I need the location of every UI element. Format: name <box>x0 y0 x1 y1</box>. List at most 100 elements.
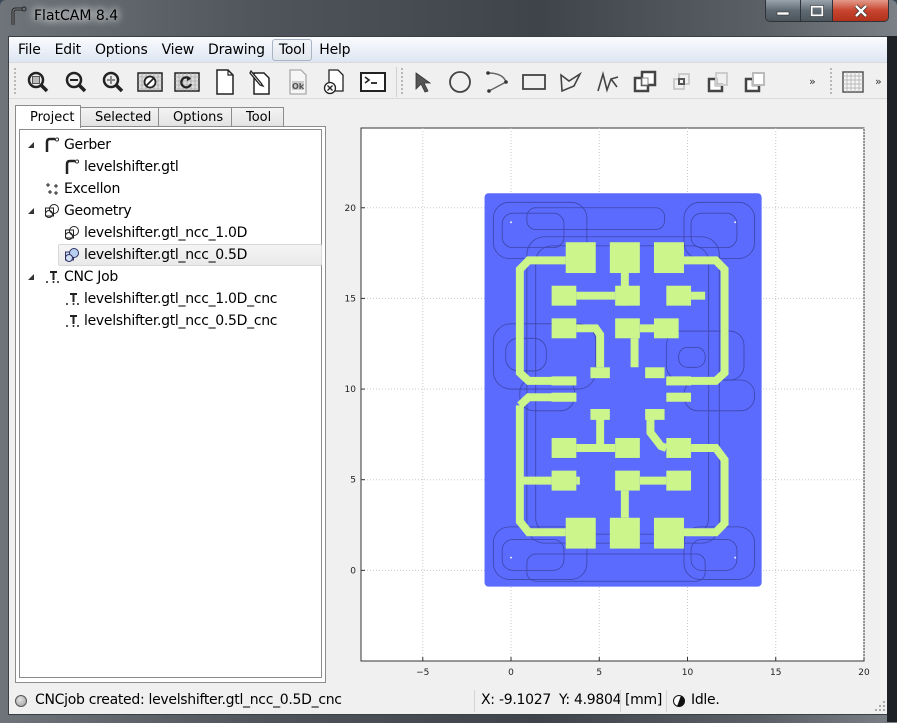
menu-file[interactable]: File <box>11 39 48 61</box>
tree-label: levelshifter.gtl_ncc_0.5D <box>84 247 248 263</box>
menu-drawing[interactable]: Drawing <box>201 39 272 61</box>
subtract-button[interactable] <box>704 68 732 96</box>
gerber-icon <box>65 159 80 174</box>
union-button[interactable] <box>631 68 659 96</box>
grid-icon <box>842 71 864 93</box>
zoom-fit-icon <box>27 71 49 93</box>
tab-selected[interactable]: Selected <box>81 107 159 127</box>
menu-options[interactable]: Options <box>88 39 155 61</box>
delete-document-icon <box>323 69 344 95</box>
cut-button[interactable] <box>741 68 769 96</box>
add-arc-button[interactable] <box>483 68 511 96</box>
close-icon <box>854 4 867 17</box>
tree-label: Geometry <box>64 203 132 219</box>
minimize-icon <box>776 11 790 15</box>
copper-pad <box>609 517 640 549</box>
replot-icon <box>174 72 200 92</box>
clear-plot-button[interactable] <box>136 68 164 96</box>
tree-item-cncjob-1[interactable]: levelshifter.gtl_ncc_1.0D_cnc <box>20 288 320 310</box>
intersection-icon <box>673 73 690 90</box>
flatcam-logo-icon <box>11 6 27 25</box>
status-divider <box>620 690 621 712</box>
tree-item-geometry[interactable]: Geometry <box>20 200 320 222</box>
tree-item-gerber-file[interactable]: levelshifter.gtl <box>20 156 320 178</box>
tree-item-gerber[interactable]: Gerber <box>20 134 320 156</box>
menu-tool[interactable]: Tool <box>271 38 313 61</box>
copper-pad <box>615 438 640 458</box>
right-edge-scrollbar[interactable] <box>887 36 897 722</box>
y-tick-label: 10 <box>345 385 357 395</box>
tree-label: Excellon <box>64 181 121 197</box>
y-tick-label: 0 <box>350 566 356 576</box>
cncjob-icon <box>66 293 79 305</box>
toolbar-grip[interactable] <box>401 68 404 94</box>
menu-edit[interactable]: Edit <box>48 39 88 61</box>
expand-arrow-icon[interactable] <box>27 273 35 281</box>
close-button[interactable] <box>832 0 888 21</box>
coord-x-label: X: <box>481 692 495 708</box>
replot-button[interactable] <box>173 68 201 96</box>
y-tick-label: 5 <box>350 476 356 486</box>
maximize-icon <box>809 4 824 17</box>
copper-pad <box>666 392 692 402</box>
title-bar[interactable]: FlatCAM 8.4 <box>0 0 897 36</box>
menu-view[interactable]: View <box>155 39 201 61</box>
tab-options[interactable]: Options <box>159 107 232 127</box>
copper-pad <box>615 470 640 491</box>
zoom-fit-button[interactable] <box>24 68 52 96</box>
toolbar-overflow-button-2[interactable]: » <box>875 75 882 88</box>
edit-document-icon <box>249 69 270 95</box>
copper-pad <box>653 318 679 339</box>
tree-item-cncjob-05[interactable]: levelshifter.gtl_ncc_0.5D_cnc <box>20 310 320 332</box>
menu-bar: File Edit Options View Drawing Tool Help <box>9 37 888 62</box>
minimize-button[interactable] <box>766 0 800 21</box>
shell-button[interactable] <box>359 68 387 96</box>
rectangle-icon <box>522 74 546 90</box>
select-button[interactable] <box>409 68 437 96</box>
edit-geometry-button[interactable] <box>247 68 275 96</box>
plot-canvas[interactable]: −5 0 5 10 15 20 0 5 10 15 20 <box>331 105 882 695</box>
zoom-in-button[interactable] <box>99 68 127 96</box>
arc-icon <box>486 71 508 93</box>
coord-x-value: -9.1027 <box>499 692 551 708</box>
new-geometry-button[interactable] <box>211 68 239 96</box>
tree-item-cncjob[interactable]: CNC Job <box>20 266 320 288</box>
geometry-icon <box>65 226 79 240</box>
status-divider <box>474 690 475 712</box>
app-window: FlatCAM 8.4 File Edit Options View Drawi… <box>0 0 897 723</box>
tree-label: CNC Job <box>64 269 118 285</box>
menu-help[interactable]: Help <box>312 39 357 61</box>
add-circle-button[interactable] <box>446 68 474 96</box>
toolbar-overflow-button[interactable]: » <box>809 75 816 88</box>
add-path-button[interactable] <box>594 68 622 96</box>
expand-arrow-icon[interactable] <box>27 141 35 149</box>
resize-grip-icon[interactable] <box>874 700 886 712</box>
plot-canvas-container[interactable]: −5 0 5 10 15 20 0 5 10 15 20 <box>331 105 882 695</box>
x-tick-label: −5 <box>416 668 429 678</box>
maximize-button[interactable] <box>800 0 832 21</box>
copper-pad <box>666 438 692 458</box>
toolbar-grip[interactable] <box>14 68 17 94</box>
circle-icon <box>449 71 471 93</box>
update-geometry-button[interactable]: Ok <box>284 68 312 96</box>
gerber-icon <box>45 137 60 152</box>
tab-tool[interactable]: Tool <box>232 107 284 127</box>
add-rectangle-button[interactable] <box>520 68 548 96</box>
tree-item-excellon[interactable]: Excellon <box>20 178 320 200</box>
tab-project[interactable]: Project <box>15 105 81 128</box>
x-tick-label: 15 <box>770 668 781 678</box>
snap-grid-button[interactable] <box>839 68 867 96</box>
tree-item-geometry-ncc-05[interactable]: levelshifter.gtl_ncc_0.5D <box>58 244 322 266</box>
intersection-button[interactable] <box>668 68 696 96</box>
toolbar-grip[interactable] <box>830 68 833 94</box>
add-polygon-button[interactable] <box>557 68 585 96</box>
copper-pad <box>609 242 640 274</box>
delete-object-button[interactable] <box>320 68 348 96</box>
copper-pad <box>551 470 577 491</box>
zoom-out-button[interactable] <box>62 68 90 96</box>
tree-item-geometry-ncc-1[interactable]: levelshifter.gtl_ncc_1.0D <box>20 222 320 244</box>
toolbar: Ok » » <box>9 62 888 99</box>
copper-pad <box>551 285 577 306</box>
path-icon <box>597 71 619 93</box>
expand-arrow-icon[interactable] <box>27 207 35 215</box>
